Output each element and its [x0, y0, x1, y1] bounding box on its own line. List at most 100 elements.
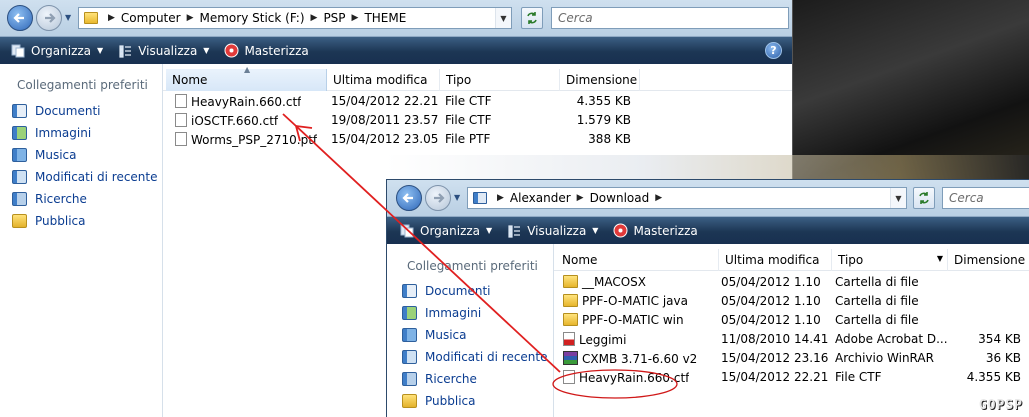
nav-item-musica[interactable]: Musica [12, 148, 77, 162]
file-name-cell: Leggimi [563, 332, 626, 347]
file-row[interactable]: PPF-O-MATIC win 05/04/2012 1.10 Cartella… [554, 311, 1029, 330]
column-header-modified[interactable]: Ultima modifica [327, 69, 440, 91]
breadcrumb-computer[interactable]: Computer [121, 11, 181, 25]
nav-item-label: Documenti [35, 104, 101, 118]
refresh-button[interactable] [521, 7, 543, 29]
chevron-right-icon: ▶ [351, 13, 359, 23]
nav-item-documenti[interactable]: Documenti [402, 284, 491, 298]
organizza-button[interactable]: Organizza ▼ [399, 223, 492, 239]
help-button[interactable]: ? [765, 42, 782, 59]
breadcrumb-theme[interactable]: THEME [364, 11, 406, 25]
recent-pages-chevron-icon[interactable]: ▼ [454, 193, 464, 203]
breadcrumb-memory-stick[interactable]: Memory Stick (F:) [200, 11, 305, 25]
column-label: Ultima modifica [725, 253, 820, 267]
nav-item-musica[interactable]: Musica [402, 328, 467, 342]
file-row[interactable]: HeavyRain.660.ctf 15/04/2012 22.21 File … [163, 92, 792, 111]
search-input[interactable]: Cerca [551, 7, 789, 29]
column-header-type[interactable]: Tipo [440, 69, 560, 91]
visualizza-button[interactable]: Visualizza ▼ [117, 43, 209, 59]
back-button[interactable] [396, 185, 422, 211]
nav-item-label: Immagini [425, 306, 482, 320]
command-bar: Organizza ▼ Visualizza ▼ Masterizza [387, 217, 1029, 244]
navigation-pane: Collegamenti preferiti Documenti Immagin… [0, 64, 163, 417]
address-dropdown-icon[interactable]: ▼ [890, 188, 906, 208]
file-row[interactable]: CXMB 3.71-6.60 v2 15/04/2012 23.16 Archi… [554, 349, 1029, 368]
recent-icon [12, 170, 27, 184]
documents-icon [12, 104, 27, 118]
file-modified: 15/04/2012 22.21 [331, 94, 439, 108]
breadcrumb-download[interactable]: Download [590, 191, 650, 205]
file-name: PPF-O-MATIC win [582, 313, 684, 327]
column-label: Dimensione [954, 253, 1026, 267]
nav-item-label: Immagini [35, 126, 92, 140]
nav-item-recent[interactable]: Modificati di recente [402, 350, 548, 364]
nav-item-recent[interactable]: Modificati di recente [12, 170, 158, 184]
column-header-size[interactable]: Dimensione [948, 249, 1029, 271]
breadcrumb-psp[interactable]: PSP [323, 11, 345, 25]
watermark-logo: GOPSP [978, 398, 1023, 413]
nav-item-immagini[interactable]: Immagini [402, 306, 481, 320]
file-modified: 05/04/2012 1.10 [721, 294, 821, 308]
breadcrumb-alexander[interactable]: Alexander [510, 191, 571, 205]
burn-disc-icon [612, 223, 628, 239]
search-input[interactable]: Cerca [942, 187, 1029, 209]
views-icon [117, 43, 133, 59]
file-size: 4.355 KB [966, 370, 1021, 384]
file-icon [175, 113, 187, 127]
user-folder-icon [473, 192, 487, 204]
forward-button[interactable] [425, 185, 451, 211]
back-button[interactable] [7, 5, 33, 31]
column-header-type[interactable]: Tipo ▼ [832, 249, 948, 271]
file-row[interactable]: Worms_PSP_2710.ptf 15/04/2012 23.05 File… [163, 130, 792, 149]
file-type: File CTF [835, 370, 882, 384]
nav-item-pubblica[interactable]: Pubblica [402, 394, 475, 408]
refresh-button[interactable] [913, 187, 935, 209]
back-arrow-icon [402, 193, 413, 203]
forward-arrow-icon [434, 193, 445, 203]
column-header-row: ▲ Nome Ultima modifica Tipo Dimensione [163, 65, 792, 91]
nav-item-pubblica[interactable]: Pubblica [12, 214, 85, 228]
file-icon [175, 132, 187, 146]
organizza-button[interactable]: Organizza ▼ [10, 43, 103, 59]
nav-heading: Collegamenti preferiti [17, 78, 148, 92]
chevron-down-icon: ▼ [486, 226, 493, 235]
file-row[interactable]: PPF-O-MATIC java 05/04/2012 1.10 Cartell… [554, 292, 1029, 311]
organize-icon [10, 43, 26, 59]
file-name: HeavyRain.660.ctf [579, 371, 690, 385]
nav-item-ricerche[interactable]: Ricerche [402, 372, 477, 386]
breadcrumb[interactable]: ▶ Computer ▶ Memory Stick (F:) ▶ PSP ▶ T… [78, 7, 512, 29]
column-header-name[interactable]: ▲ Nome [166, 65, 327, 91]
file-name: iOSCTF.660.ctf [191, 114, 279, 128]
file-list: Nome Ultima modifica Tipo ▼ Dimensione _… [554, 244, 1029, 417]
column-header-name[interactable]: Nome [556, 249, 719, 271]
desktop-background [793, 0, 1029, 179]
file-name: CXMB 3.71-6.60 v2 [582, 352, 698, 366]
music-icon [12, 148, 27, 162]
file-row[interactable]: Leggimi 11/08/2010 14.41 Adobe Acrobat D… [554, 330, 1029, 349]
recent-icon [402, 350, 417, 364]
folder-icon [563, 275, 578, 288]
nav-item-ricerche[interactable]: Ricerche [12, 192, 87, 206]
file-row[interactable]: HeavyRain.660.ctf 15/04/2012 22.21 File … [554, 368, 1029, 387]
chevron-right-icon: ▶ [186, 13, 194, 23]
masterizza-button[interactable]: Masterizza [223, 43, 309, 59]
visualizza-button[interactable]: Visualizza ▼ [506, 223, 598, 239]
documents-icon [402, 284, 417, 298]
chevron-down-icon[interactable]: ▼ [937, 254, 943, 263]
column-header-size[interactable]: Dimensione [560, 69, 640, 91]
file-row[interactable]: iOSCTF.660.ctf 19/08/2011 23.57 File CTF… [163, 111, 792, 130]
nav-item-immagini[interactable]: Immagini [12, 126, 91, 140]
file-name: Leggimi [579, 333, 627, 347]
file-type: File CTF [445, 94, 492, 108]
breadcrumb[interactable]: ▶ Alexander ▶ Download ▶ ▼ [467, 187, 907, 209]
address-dropdown-icon[interactable]: ▼ [495, 8, 511, 28]
recent-pages-chevron-icon[interactable]: ▼ [65, 13, 75, 23]
forward-button[interactable] [36, 5, 62, 31]
folder-icon [563, 294, 578, 307]
sort-ascending-icon: ▲ [244, 65, 251, 74]
masterizza-button[interactable]: Masterizza [612, 223, 698, 239]
file-row[interactable]: __MACOSX 05/04/2012 1.10 Cartella di fil… [554, 273, 1029, 292]
folder-icon [563, 313, 578, 326]
column-header-modified[interactable]: Ultima modifica [719, 249, 832, 271]
nav-item-documenti[interactable]: Documenti [12, 104, 101, 118]
